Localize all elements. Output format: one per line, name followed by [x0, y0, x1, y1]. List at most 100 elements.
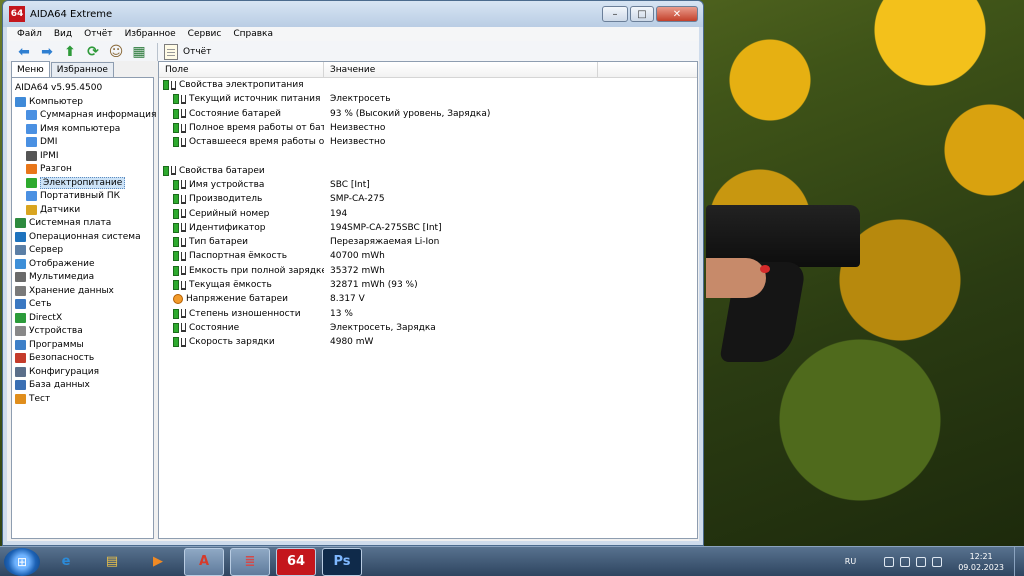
minimize-button[interactable]: – — [602, 6, 628, 22]
tree-item-label: Хранение данных — [29, 285, 114, 296]
report-button[interactable]: Отчёт — [164, 43, 211, 60]
language-indicator[interactable]: RU — [845, 557, 856, 566]
property-row[interactable]: Оставшееся время работы от ... Неизвестно — [159, 135, 697, 149]
property-row[interactable]: Паспортная ёмкость 40700 mWh — [159, 249, 697, 263]
tree-item[interactable]: База данных — [12, 379, 153, 393]
property-name: Ёмкость при полной зарядке — [189, 265, 324, 276]
property-row[interactable]: Серийный номер 194 — [159, 206, 697, 220]
close-button[interactable]: ✕ — [656, 6, 698, 22]
aida64-icon[interactable]: 64 — [276, 547, 316, 576]
property-row[interactable]: Производитель SMP-CA-275 — [159, 192, 697, 206]
photoshop-icon[interactable]: Ps — [322, 547, 362, 576]
property-name: Состояние — [189, 322, 240, 333]
property-name: Паспортная ёмкость — [189, 251, 288, 262]
tree-item[interactable]: Сервер — [12, 244, 153, 258]
property-field: Имя устройства — [159, 179, 324, 190]
tab-menu[interactable]: Меню — [11, 61, 50, 77]
tree-item-label: Тест — [29, 393, 51, 404]
storage-icon — [15, 285, 26, 296]
tree-item[interactable]: Тест — [12, 392, 153, 406]
property-row[interactable]: Полное время работы от бата... Неизвестно — [159, 121, 697, 135]
forward-arrow-icon[interactable]: ➡ — [38, 43, 56, 61]
tree-item[interactable]: Сеть — [12, 298, 153, 312]
clock[interactable]: 12:21 09.02.2023 — [958, 551, 1004, 573]
property-value: SMP-CA-275 — [330, 194, 385, 205]
tree-item[interactable]: Датчики — [12, 203, 153, 217]
tab-favorites[interactable]: Избранное — [50, 62, 114, 77]
property-name: Текущая ёмкость — [189, 280, 272, 290]
property-row[interactable]: Текущий источник питания Электросеть — [159, 92, 697, 106]
tree-item[interactable]: Безопасность — [12, 352, 153, 366]
tree-root[interactable]: AIDA64 v5.95.4500 — [12, 81, 153, 94]
database-icon — [15, 380, 26, 391]
tree-item-label: Сервер — [29, 245, 64, 256]
back-arrow-icon[interactable]: ⬅ — [15, 43, 33, 61]
tree-item[interactable]: Программы — [12, 338, 153, 352]
property-row[interactable]: Состояние Электросеть, Зарядка — [159, 321, 697, 335]
tree-item[interactable]: Электропитание — [12, 176, 153, 190]
chart-icon[interactable]: ▦ — [130, 43, 148, 61]
menu-item[interactable]: Справка — [233, 29, 273, 39]
users-icon[interactable]: ☺ — [107, 43, 125, 61]
media-player-icon[interactable]: ▶ — [138, 548, 178, 576]
property-field: Скорость зарядки — [159, 337, 324, 348]
maximize-button[interactable]: □ — [630, 6, 654, 22]
menu-item[interactable]: Файл — [17, 29, 42, 39]
column-value[interactable]: Значение — [324, 62, 598, 77]
app-red-icon[interactable]: A — [184, 547, 224, 576]
tree-item[interactable]: DMI — [12, 136, 153, 150]
power-icon[interactable] — [900, 556, 911, 567]
property-row[interactable]: Имя устройства SBC [Int] — [159, 178, 697, 192]
property-row[interactable]: Напряжение батареи 8.317 V — [159, 292, 697, 306]
tree-item[interactable]: Мультимедиа — [12, 271, 153, 285]
property-row[interactable]: Степень изношенности 13 % — [159, 306, 697, 320]
refresh-icon[interactable]: ⟳ — [84, 43, 102, 61]
explorer-icon[interactable]: ▤ — [92, 548, 132, 576]
property-row[interactable]: Скорость зарядки 4980 mW — [159, 335, 697, 349]
tree-item[interactable]: Хранение данных — [12, 284, 153, 298]
property-row[interactable]: Идентификатор 194SMP-CA-275SBC [Int] — [159, 221, 697, 235]
tree-item[interactable]: Системная плата — [12, 217, 153, 231]
title-bar[interactable]: 64 AIDA64 Extreme – □ ✕ — [3, 1, 703, 27]
tree-item[interactable]: Устройства — [12, 325, 153, 339]
tray-arrow-icon[interactable] — [884, 556, 895, 567]
tree-item[interactable]: Имя компьютера — [12, 122, 153, 136]
notepad-icon[interactable]: ≣ — [230, 547, 270, 576]
clock-time: 12:21 — [969, 551, 993, 561]
property-row[interactable]: Состояние батарей 93 % (Высокий уровень, … — [159, 107, 697, 121]
network-signal-icon[interactable] — [916, 556, 927, 567]
group-header[interactable]: Свойства электропитания — [159, 78, 697, 92]
tree-item[interactable]: Разгон — [12, 163, 153, 177]
column-field[interactable]: Поле — [159, 62, 324, 77]
property-row[interactable]: Ёмкость при полной зарядке 35372 mWh — [159, 264, 697, 278]
property-value: SBC [Int] — [330, 179, 370, 190]
tree-item-label: Мультимедиа — [29, 272, 95, 283]
start-button[interactable]: ⊞ — [4, 547, 40, 576]
menu-item[interactable]: Сервис — [188, 29, 222, 39]
ie-icon[interactable]: e — [46, 548, 86, 576]
tree-item[interactable]: Портативный ПК — [12, 190, 153, 204]
battery-icon — [173, 237, 179, 248]
up-arrow-icon[interactable]: ⬆ — [61, 43, 79, 61]
tree-item[interactable]: Отображение — [12, 257, 153, 271]
property-name: Тип батареи — [189, 237, 249, 248]
tree-item[interactable]: Суммарная информация — [12, 109, 156, 123]
property-row[interactable]: Текущая ёмкость 32871 mWh (93 %) — [159, 278, 697, 292]
tree-item[interactable]: Операционная система — [12, 230, 153, 244]
tree-item[interactable]: DirectX — [12, 311, 153, 325]
tree-item[interactable]: Компьютер — [12, 95, 153, 109]
volume-icon[interactable] — [932, 556, 943, 567]
menu-item[interactable]: Отчёт — [84, 29, 112, 39]
tree-item-label: База данных — [29, 380, 90, 391]
tree-item[interactable]: IPMI — [12, 149, 153, 163]
show-desktop-button[interactable] — [1014, 546, 1024, 576]
menu-item[interactable]: Избранное — [125, 29, 176, 39]
toolbar-separator — [157, 42, 158, 61]
group-header[interactable]: Свойства батареи — [159, 163, 697, 177]
main-content: Меню Избранное AIDA64 v5.95.4500 Компьюте… — [7, 61, 699, 541]
property-value: 194 — [330, 208, 348, 219]
tree-item[interactable]: Конфигурация — [12, 365, 153, 379]
property-row[interactable]: Тип батареи Перезаряжаемая Li-Ion — [159, 235, 697, 249]
plug-icon — [181, 266, 186, 276]
menu-item[interactable]: Вид — [54, 29, 72, 39]
